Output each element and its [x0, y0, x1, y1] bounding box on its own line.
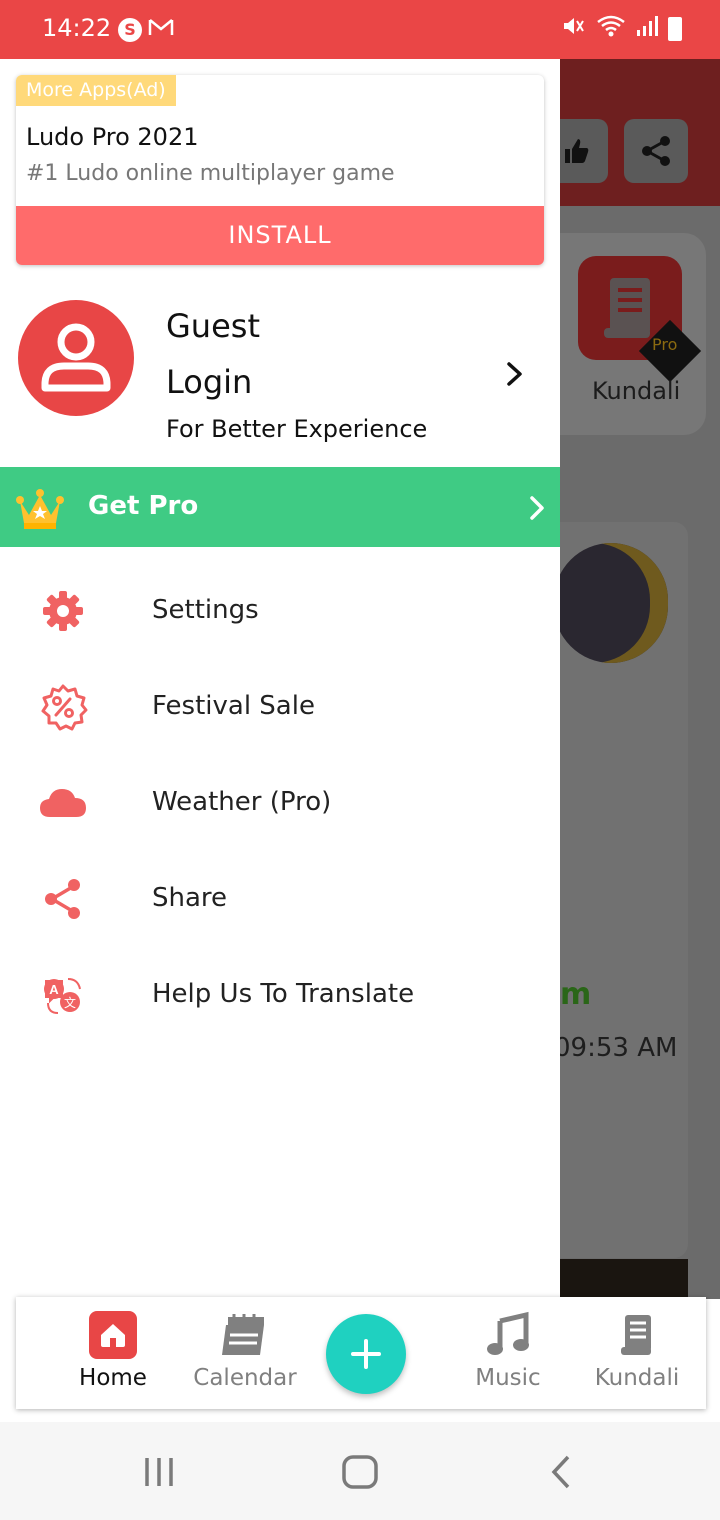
share-icon [45, 879, 80, 919]
battery-icon [668, 17, 682, 41]
menu-item-label: Settings [152, 595, 259, 625]
profile-section[interactable]: Guest Login For Better Experience [0, 279, 560, 465]
get-pro-button[interactable]: Get Pro [0, 467, 560, 547]
ad-card[interactable]: More Apps(Ad) Ludo Pro 2021 #1 Ludo onli… [16, 75, 544, 265]
menu-item-label: Share [152, 883, 228, 913]
chevron-right-icon [530, 496, 544, 520]
skype-icon: S [118, 18, 142, 42]
status-bar: 14:22 S [0, 0, 720, 59]
home-button-icon[interactable] [340, 1454, 380, 1490]
menu-item-label: Festival Sale [152, 691, 315, 721]
nav-item-calendar[interactable]: Calendar [184, 1297, 306, 1409]
get-pro-label: Get Pro [88, 491, 199, 521]
crown-icon [16, 489, 64, 529]
share-icon [624, 119, 688, 183]
mute-icon [562, 15, 586, 43]
pro-badge-text: Pro [652, 335, 678, 354]
system-navigation-bar [0, 1422, 720, 1520]
home-icon [89, 1311, 137, 1359]
moon-icon [560, 543, 668, 663]
svg-text:A: A [49, 982, 59, 997]
plus-icon [351, 1339, 381, 1369]
scroll-icon [621, 1315, 651, 1355]
login-label[interactable]: Login [166, 363, 252, 401]
translate-icon: A 文 [44, 978, 81, 1014]
profile-tagline: For Better Experience [166, 415, 428, 443]
navigation-drawer: More Apps(Ad) Ludo Pro 2021 #1 Ludo onli… [0, 59, 560, 1299]
menu-item-label: Weather (Pro) [152, 787, 332, 817]
kundali-label: Kundali [592, 377, 681, 405]
status-time: 14:22 [42, 14, 112, 42]
nav-label-calendar: Calendar [193, 1365, 297, 1391]
chevron-right-icon[interactable] [500, 359, 530, 389]
discount-icon [41, 684, 88, 731]
avatar [18, 300, 134, 416]
nav-item-home[interactable]: Home [60, 1297, 166, 1409]
menu-item-translate[interactable]: A 文 Help Us To Translate [0, 947, 560, 1043]
ad-tag: More Apps(Ad) [16, 75, 176, 106]
menu-item-weather[interactable]: Weather (Pro) [0, 755, 560, 851]
ad-title: Ludo Pro 2021 [26, 123, 199, 151]
nav-item-music[interactable]: Music [456, 1297, 560, 1409]
menu-item-settings[interactable]: Settings [0, 563, 560, 659]
nav-item-kundali[interactable]: Kundali [580, 1297, 694, 1409]
install-button[interactable]: INSTALL [16, 206, 544, 265]
wifi-icon [596, 14, 626, 44]
music-icon [487, 1311, 529, 1355]
back-icon[interactable] [546, 1454, 576, 1490]
calendar-icon [222, 1314, 264, 1355]
add-button[interactable] [326, 1314, 406, 1394]
partial-time: 09:53 AM [560, 1033, 678, 1063]
cloud-icon [40, 789, 86, 817]
profile-name: Guest [166, 307, 260, 345]
like-icon [560, 119, 608, 183]
user-icon [41, 323, 111, 392]
svg-text:文: 文 [64, 995, 76, 1010]
partial-text: m [560, 977, 592, 1012]
menu-item-festival-sale[interactable]: Festival Sale [0, 659, 560, 755]
gmail-icon [148, 16, 174, 44]
recent-apps-icon[interactable] [140, 1456, 180, 1488]
background-app: Pro Kundali m 09:53 AM [560, 59, 720, 1299]
nav-label-kundali: Kundali [594, 1365, 680, 1391]
nav-label-music: Music [475, 1365, 541, 1391]
nav-label-home: Home [79, 1365, 147, 1391]
background-strip [560, 1259, 688, 1299]
menu-item-label: Help Us To Translate [152, 979, 415, 1009]
ad-subtitle: #1 Ludo online multiplayer game [26, 161, 395, 186]
menu-item-share[interactable]: Share [0, 851, 560, 947]
gear-icon [43, 591, 83, 631]
bottom-navigation: Home Calendar Music Kundali [16, 1297, 706, 1409]
signal-icon [636, 15, 658, 43]
